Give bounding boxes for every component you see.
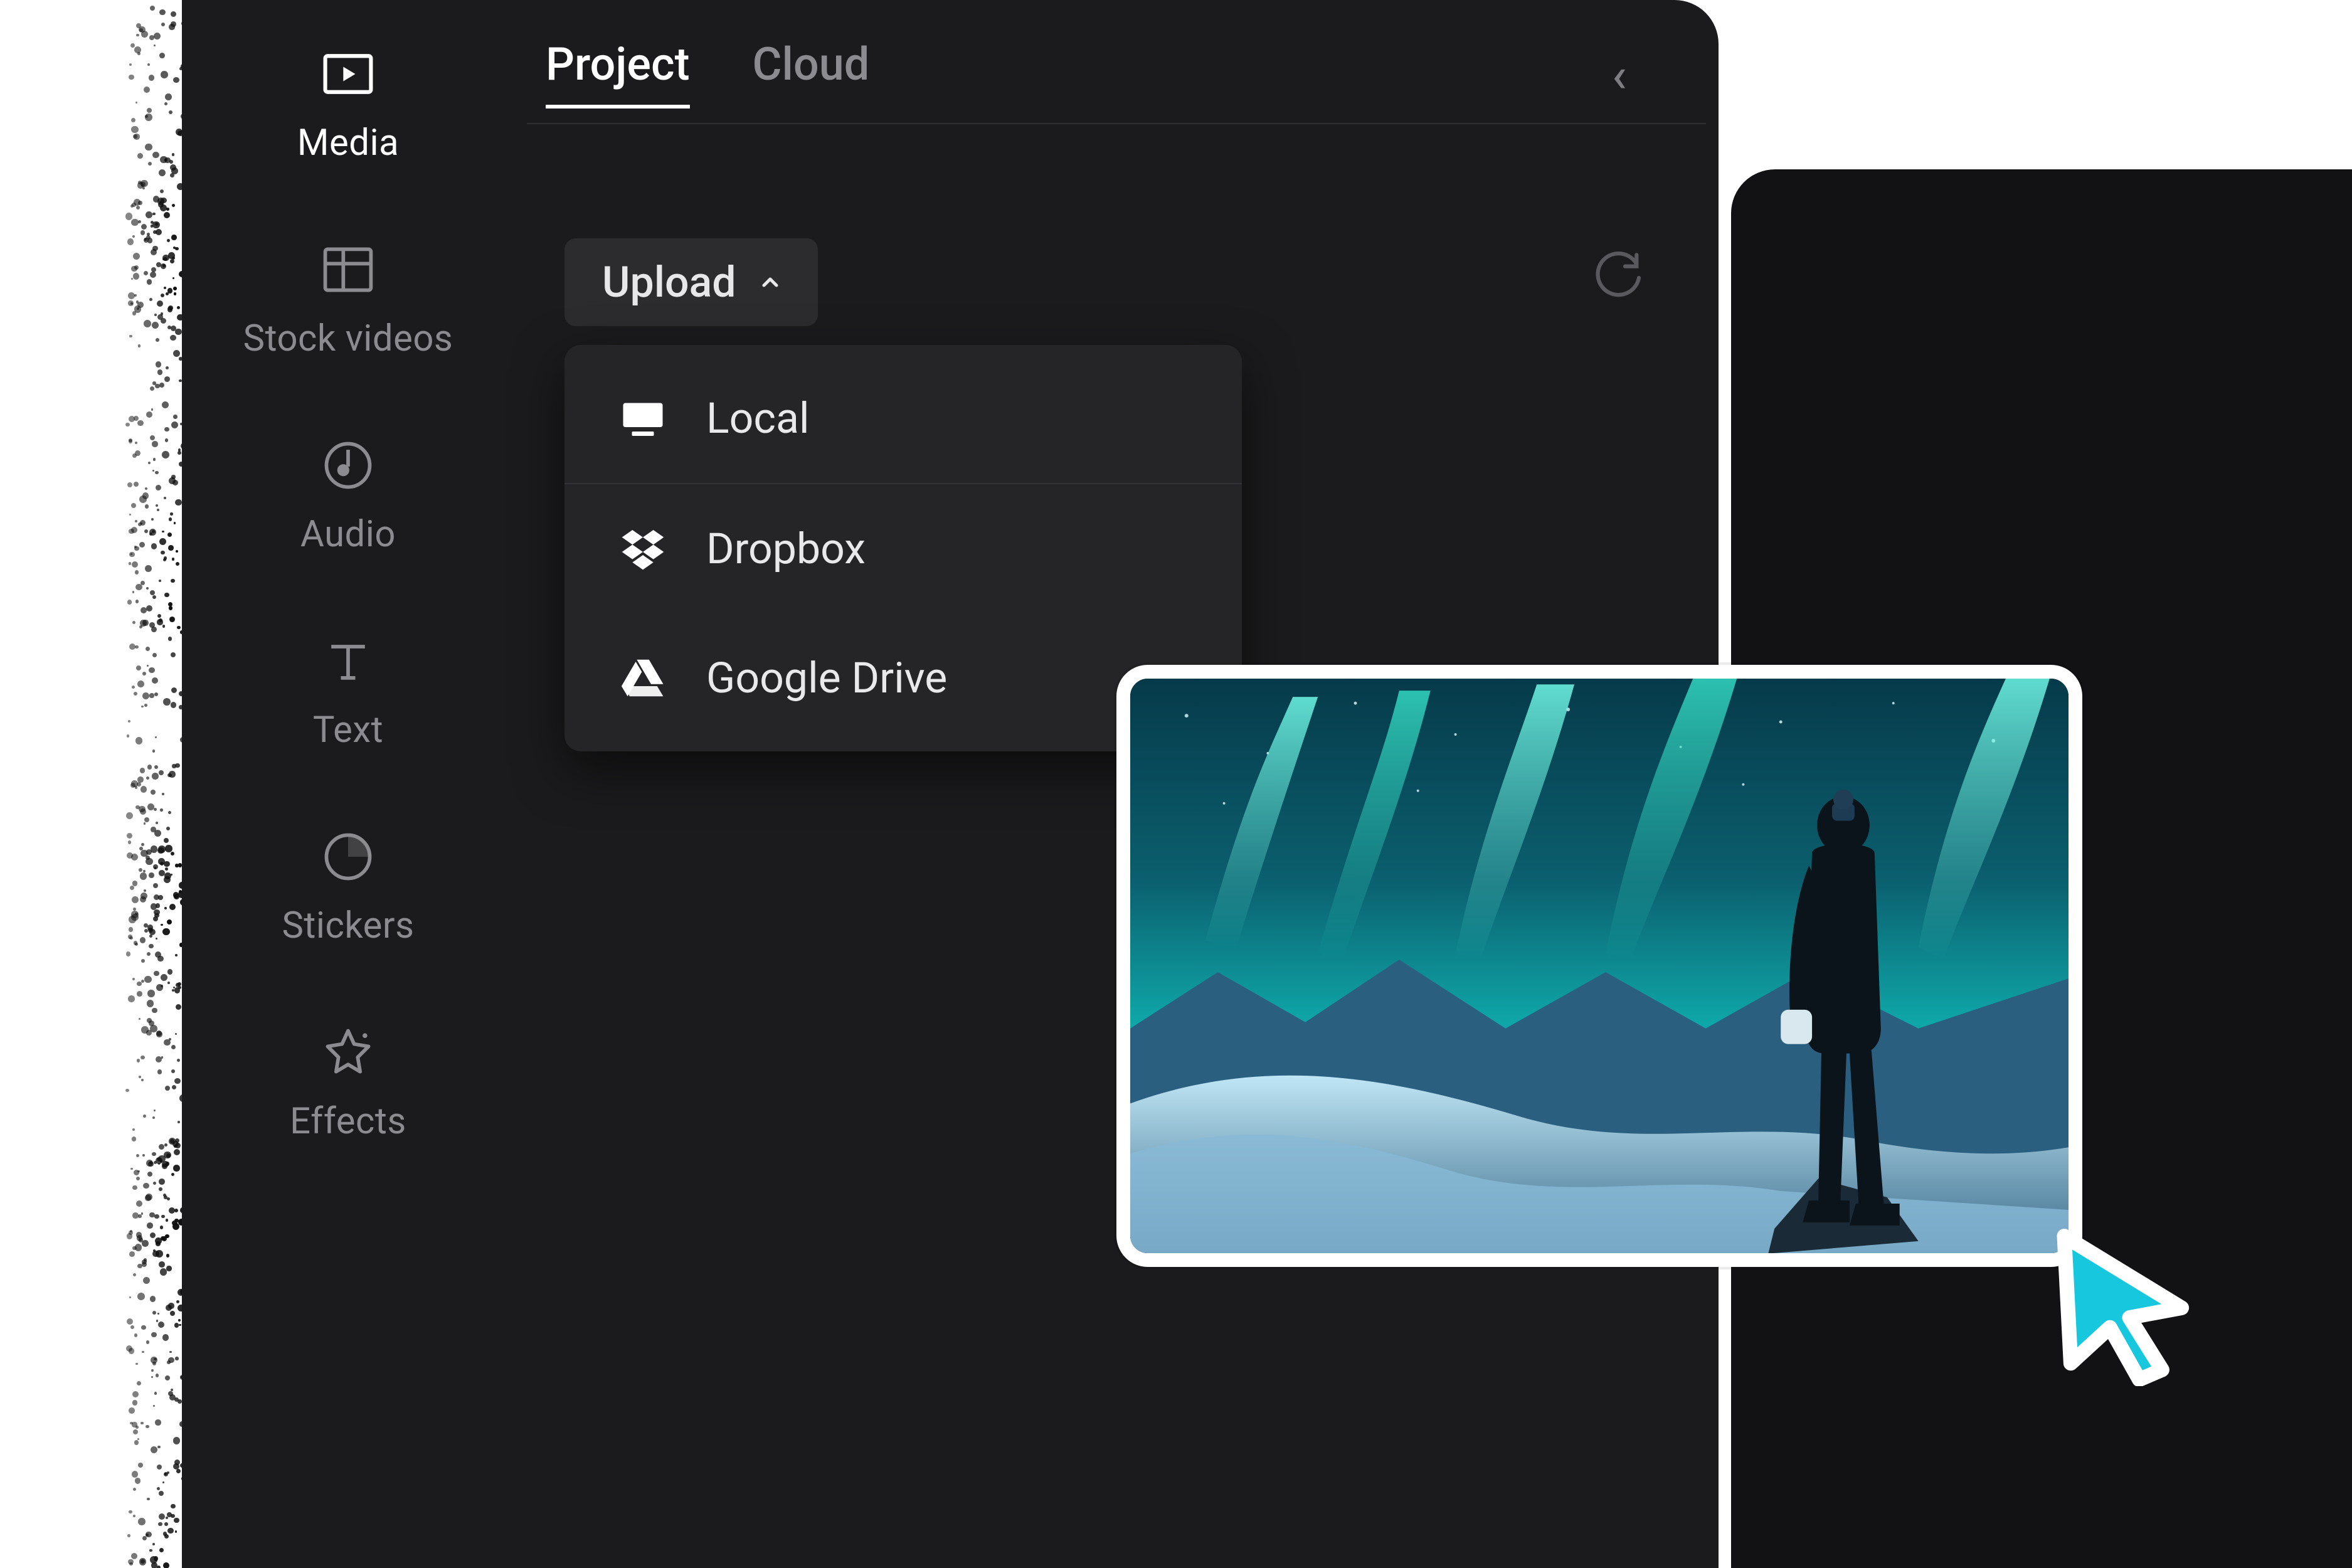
sidebar-label: Stock videos: [243, 317, 453, 360]
sidebar-item-text[interactable]: Text: [313, 631, 383, 751]
sidebar-label: Text: [313, 709, 383, 751]
collapse-panel-button[interactable]: ‹‹: [1612, 47, 1613, 103]
sidebar-item-effects[interactable]: Effects: [290, 1022, 406, 1143]
upload-button-label: Upload: [602, 257, 736, 307]
audio-icon: [318, 435, 378, 495]
sidebar-item-stock-videos[interactable]: Stock videos: [243, 240, 453, 360]
aurora-illustration: [1130, 679, 2069, 1253]
media-thumbnail-dragging[interactable]: [1116, 665, 2082, 1267]
menu-item-label: Local: [706, 393, 810, 443]
text-icon: [318, 631, 378, 691]
media-icon: [318, 44, 378, 104]
media-tabs: Project Cloud: [546, 38, 869, 109]
sidebar-item-audio[interactable]: Audio: [300, 435, 396, 556]
menu-item-label: Google Drive: [706, 653, 947, 703]
desktop-icon: [615, 390, 671, 447]
googledrive-icon: [615, 650, 671, 706]
upload-menu-item-local[interactable]: Local: [564, 354, 1242, 483]
sidebar-label: Stickers: [282, 904, 414, 947]
dropbox-icon: [615, 521, 671, 577]
refresh-icon: [1591, 250, 1646, 308]
sidebar-label: Audio: [300, 513, 396, 556]
effects-icon: [318, 1022, 378, 1083]
tab-project[interactable]: Project: [546, 38, 690, 109]
menu-item-label: Dropbox: [706, 524, 866, 574]
sidebar-label: Effects: [290, 1100, 406, 1143]
stock-videos-icon: [318, 240, 378, 300]
upload-menu-item-dropbox[interactable]: Dropbox: [564, 483, 1242, 613]
stickers-icon: [318, 827, 378, 887]
tab-cloud[interactable]: Cloud: [753, 38, 870, 109]
sidebar-label: Media: [297, 122, 399, 164]
sidebar-item-media[interactable]: Media: [297, 44, 399, 164]
chevron-up-icon: [758, 270, 783, 295]
chevron-left-double-icon: ‹‹: [1612, 47, 1613, 103]
tool-rail: Media Stock videos Audio: [238, 44, 458, 1143]
refresh-button[interactable]: [1584, 245, 1653, 314]
cursor-pointer-icon: [2045, 1223, 2208, 1386]
tabs-divider: [527, 123, 1706, 124]
upload-button[interactable]: Upload: [564, 238, 818, 326]
sidebar-item-stickers[interactable]: Stickers: [282, 827, 414, 947]
